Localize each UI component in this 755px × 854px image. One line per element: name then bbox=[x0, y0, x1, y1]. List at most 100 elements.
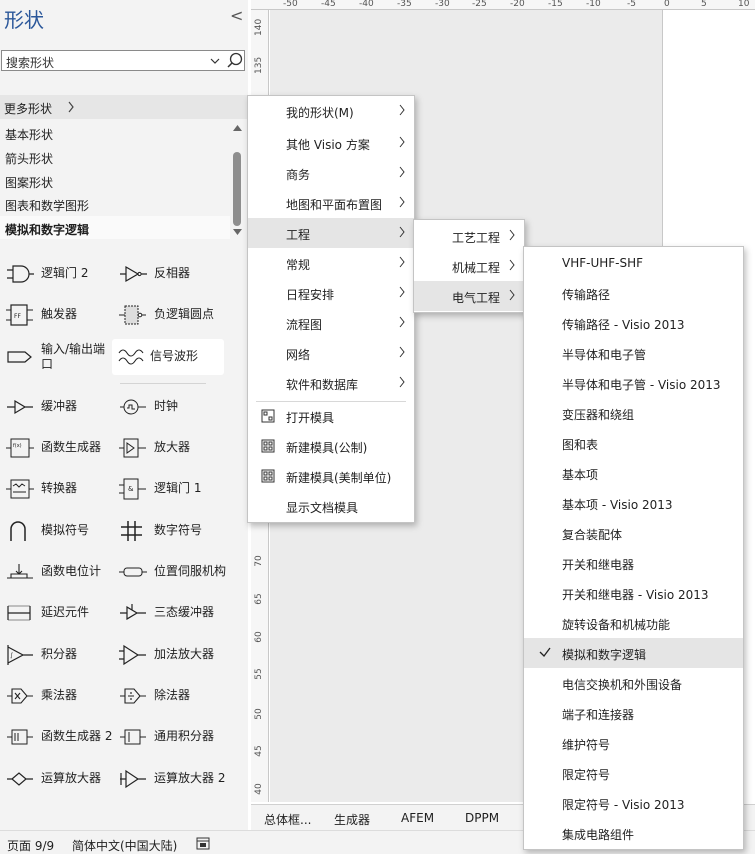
shape-inverter[interactable]: 反相器 bbox=[118, 256, 230, 292]
menu-label: 电信交换机和外围设备 bbox=[562, 678, 683, 692]
stencil-scrollbar-thumb[interactable] bbox=[233, 152, 241, 226]
shape-converter[interactable]: 转换器 bbox=[5, 471, 117, 507]
search-input[interactable]: 搜索形状 bbox=[6, 54, 54, 71]
menu-item-stencil[interactable]: 维护符号 bbox=[524, 728, 743, 758]
shape-function-generator[interactable]: f(x) 函数生成器 bbox=[5, 430, 117, 466]
tab-generator[interactable]: 生成器 bbox=[334, 811, 370, 828]
menu-item-software-db[interactable]: 软件和数据库 bbox=[248, 368, 414, 398]
chevron-down-icon[interactable] bbox=[210, 52, 220, 70]
ruler-tick: -50 bbox=[283, 0, 298, 9]
menu-item-stencil[interactable]: 开关和继电器 - Visio 2013 bbox=[524, 578, 743, 608]
menu-label: 机械工程 bbox=[452, 261, 501, 275]
shape-io-port[interactable]: 输入/输出端口 bbox=[5, 339, 117, 375]
menu-item-maps[interactable]: 地图和平面布置图 bbox=[248, 188, 414, 218]
shape-servo[interactable]: 位置伺服机构 bbox=[118, 554, 230, 590]
menu-item-new-stencil-us[interactable]: 新建模具(美制单位) bbox=[248, 461, 414, 491]
tab-overview[interactable]: 总体框... bbox=[264, 811, 311, 828]
menu-label: 变压器和绕组 bbox=[562, 408, 635, 422]
shape-multiplier[interactable]: 乘法器 bbox=[5, 678, 117, 714]
menu-item-network[interactable]: 网络 bbox=[248, 338, 414, 368]
menu-item-mechanical-engineering[interactable]: 机械工程 bbox=[414, 251, 524, 281]
shape-buffer[interactable]: 缓冲器 bbox=[5, 389, 117, 425]
menu-item-stencil[interactable]: 限定符号 - Visio 2013 bbox=[524, 788, 743, 818]
shape-summing-amplifier[interactable]: 加法放大器 bbox=[118, 637, 230, 673]
menu-item-stencil[interactable]: 传输路径 bbox=[524, 278, 743, 308]
menu-item-flowchart[interactable]: 流程图 bbox=[248, 308, 414, 338]
menu-item-other-visio[interactable]: 其他 Visio 方案 bbox=[248, 128, 414, 158]
menu-item-electrical-engineering[interactable]: 电气工程 bbox=[414, 281, 524, 311]
menu-item-stencil[interactable]: 旋转设备和机械功能 bbox=[524, 608, 743, 638]
menu-item-schedule[interactable]: 日程安排 bbox=[248, 278, 414, 308]
shape-delay-element[interactable]: 延迟元件 bbox=[5, 595, 117, 631]
stencil-basic-shapes[interactable]: 基本形状 bbox=[0, 121, 230, 144]
menu-item-general[interactable]: 常规 bbox=[248, 248, 414, 278]
servo-icon bbox=[119, 567, 147, 577]
more-shapes-button[interactable]: 更多形状 bbox=[0, 95, 248, 119]
shape-integrator[interactable]: ∫ 积分器 bbox=[5, 637, 117, 673]
shape-negative-logic-dot[interactable]: 负逻辑圆点 bbox=[118, 297, 230, 333]
menu-label: 工艺工程 bbox=[452, 231, 501, 245]
menu-label: 我的形状(M) bbox=[286, 106, 354, 120]
stencil-charts-math[interactable]: 图表和数学图形 bbox=[0, 192, 230, 215]
shape-digital-symbol[interactable]: 数字符号 bbox=[118, 513, 230, 549]
menu-item-show-document-stencil[interactable]: 显示文档模具 bbox=[248, 491, 414, 521]
menu-item-process-engineering[interactable]: 工艺工程 bbox=[414, 221, 524, 251]
shape-flip-flop[interactable]: FF 触发器 bbox=[5, 297, 117, 333]
shape-function-generator-2[interactable]: 函数生成器 2 bbox=[5, 719, 117, 755]
menu-label: 网络 bbox=[286, 348, 311, 362]
shape-divider-block[interactable]: 除法器 bbox=[118, 678, 230, 714]
tab-dppm[interactable]: DPPM bbox=[465, 811, 499, 825]
shape-logic-gate-1[interactable]: & 逻辑门 1 bbox=[118, 471, 230, 507]
delay-element-icon bbox=[7, 605, 31, 621]
macro-recording-icon[interactable] bbox=[196, 837, 210, 850]
menu-item-stencil[interactable]: 传输路径 - Visio 2013 bbox=[524, 308, 743, 338]
buffer-icon bbox=[7, 399, 33, 415]
menu-label: 模拟和数字逻辑 bbox=[562, 648, 647, 662]
ruler-tick: 135 bbox=[254, 56, 264, 74]
menu-item-stencil[interactable]: 复合装配体 bbox=[524, 518, 743, 548]
shape-general-integrator[interactable]: 通用积分器 bbox=[118, 719, 230, 755]
menu-item-stencil[interactable]: 图和表 bbox=[524, 428, 743, 458]
shape-logic-gate-2[interactable]: 逻辑门 2 bbox=[5, 256, 117, 292]
search-icon[interactable] bbox=[226, 52, 244, 70]
menu-item-engineering[interactable]: 工程 bbox=[248, 218, 414, 248]
menu-item-stencil[interactable]: 半导体和电子管 - Visio 2013 bbox=[524, 368, 743, 398]
menu-item-stencil[interactable]: 集成电路组件 bbox=[524, 818, 743, 848]
scroll-down-icon[interactable] bbox=[233, 228, 242, 236]
menu-item-stencil[interactable]: 基本项 bbox=[524, 458, 743, 488]
menu-item-new-stencil-metric[interactable]: 新建模具(公制) bbox=[248, 431, 414, 461]
menu-item-open-stencil[interactable]: 打开模具 bbox=[248, 401, 414, 431]
ruler-tick: 55 bbox=[254, 668, 264, 680]
scroll-up-icon[interactable] bbox=[233, 124, 242, 132]
shape-tristate-buffer[interactable]: 三态缓冲器 bbox=[118, 595, 230, 631]
shape-potentiometer[interactable]: 函数电位计 bbox=[5, 554, 117, 590]
shape-clock[interactable]: 时钟 bbox=[118, 389, 230, 425]
collapse-pane-button[interactable]: < bbox=[230, 6, 243, 25]
tab-afem[interactable]: AFEM bbox=[401, 811, 434, 825]
shape-label: 函数电位计 bbox=[41, 564, 102, 578]
shape-signal-waveform[interactable]: 信号波形 bbox=[112, 339, 224, 375]
chevron-right-icon bbox=[399, 346, 405, 358]
menu-item-stencil[interactable]: 开关和继电器 bbox=[524, 548, 743, 578]
stencil-pattern-shapes[interactable]: 图案形状 bbox=[0, 169, 230, 192]
page-indicator[interactable]: 页面 9/9 bbox=[7, 837, 54, 854]
shape-amplifier[interactable]: 放大器 bbox=[118, 430, 230, 466]
menu-item-stencil[interactable]: 基本项 - Visio 2013 bbox=[524, 488, 743, 518]
menu-item-business[interactable]: 商务 bbox=[248, 158, 414, 188]
analog-symbol-icon bbox=[10, 521, 26, 541]
menu-item-stencil[interactable]: 半导体和电子管 bbox=[524, 338, 743, 368]
shape-op-amp[interactable]: 运算放大器 bbox=[5, 761, 117, 797]
stencil-analog-digital-logic[interactable]: 模拟和数字逻辑 bbox=[0, 216, 230, 239]
menu-item-my-shapes[interactable]: 我的形状(M) bbox=[248, 96, 414, 126]
shape-analog-symbol[interactable]: 模拟符号 bbox=[5, 513, 117, 549]
search-shapes-box[interactable]: 搜索形状 bbox=[1, 50, 245, 71]
menu-item-stencil[interactable]: 限定符号 bbox=[524, 758, 743, 788]
menu-item-stencil[interactable]: 端子和连接器 bbox=[524, 698, 743, 728]
menu-item-stencil-checked[interactable]: 模拟和数字逻辑 bbox=[524, 638, 743, 668]
menu-item-stencil[interactable]: VHF-UHF-SHF bbox=[524, 248, 743, 278]
language-indicator[interactable]: 简体中文(中国大陆) bbox=[72, 837, 177, 854]
shape-op-amp-2[interactable]: 运算放大器 2 bbox=[118, 761, 230, 797]
menu-item-stencil[interactable]: 变压器和绕组 bbox=[524, 398, 743, 428]
menu-item-stencil[interactable]: 电信交换机和外围设备 bbox=[524, 668, 743, 698]
stencil-arrow-shapes[interactable]: 箭头形状 bbox=[0, 145, 230, 168]
